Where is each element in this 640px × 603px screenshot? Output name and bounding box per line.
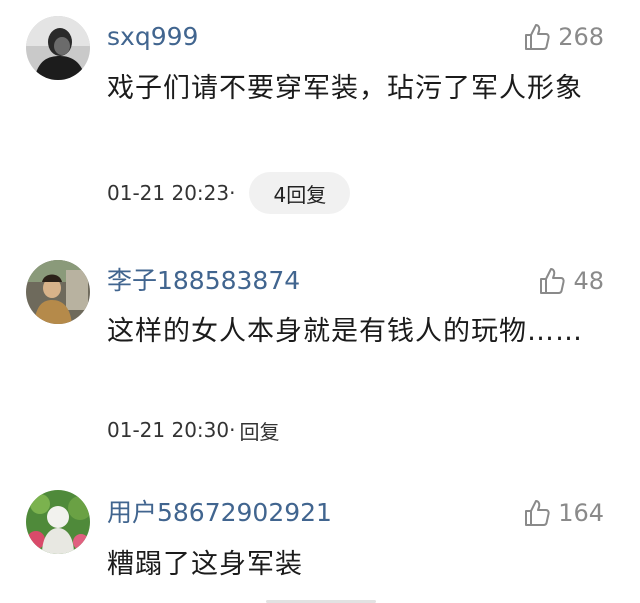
reply-button[interactable]: 回复 <box>239 416 279 445</box>
username[interactable]: 李子188583874 <box>107 266 300 296</box>
username[interactable]: 用户58672902921 <box>107 498 332 528</box>
timestamp: 01-21 20:30 <box>107 418 230 442</box>
avatar[interactable] <box>26 16 90 80</box>
like-count: 268 <box>558 23 604 51</box>
separator: · <box>229 418 236 442</box>
like-count: 164 <box>558 499 604 527</box>
comment-list: sxq999 268 戏子们请不要穿军装，玷污了军人形象 01-21 20:23… <box>0 0 640 603</box>
reply-button[interactable]: 4回复 <box>249 172 351 214</box>
avatar[interactable] <box>26 260 90 324</box>
username[interactable]: sxq999 <box>107 22 198 52</box>
like-button[interactable]: 48 <box>537 266 604 296</box>
comment-meta: 01-21 20:30 · 回复 <box>107 409 279 451</box>
comment-text: 戏子们请不要穿军装，玷污了军人形象 <box>107 73 583 104</box>
comment-text: 糟蹋了这身军装 <box>107 549 303 580</box>
thumbs-up-icon <box>525 500 550 526</box>
comment-text: 这样的女人本身就是有钱人的玩物…… <box>107 316 583 347</box>
avatar[interactable] <box>26 490 90 554</box>
comment-meta: 01-21 20:23 · 4回复 <box>107 172 351 214</box>
like-button[interactable]: 164 <box>522 498 604 528</box>
thumbs-up-icon <box>525 24 550 50</box>
like-count: 48 <box>573 267 604 295</box>
thumbs-up-icon <box>540 268 566 294</box>
like-button[interactable]: 268 <box>522 22 604 52</box>
timestamp: 01-21 20:23 <box>107 181 230 205</box>
separator: · <box>229 181 236 205</box>
